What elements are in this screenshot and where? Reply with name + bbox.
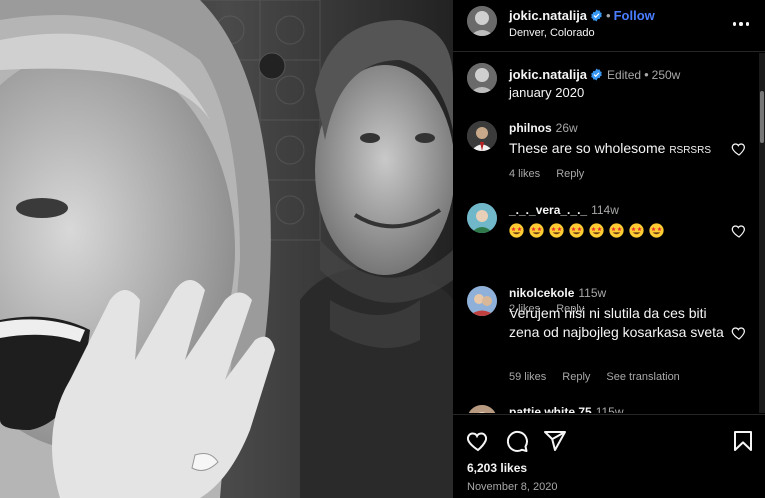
post-photo[interactable]	[0, 0, 453, 498]
heart-icon[interactable]	[731, 141, 747, 157]
comment-age: 115w	[578, 286, 607, 300]
comment-likes[interactable]: 4 likes	[509, 168, 540, 180]
see-translation-button[interactable]: See translation	[606, 371, 679, 383]
comments-list[interactable]: jokic.natalija Edited • 250w january 2020 p…	[453, 53, 765, 413]
post-header: jokic.natalija • Follow Denver, Colorado	[453, 0, 765, 52]
comment-username[interactable]: _._._vera_._._	[509, 203, 587, 217]
edited-label: Edited	[607, 68, 642, 82]
caption-age: 250w	[651, 68, 681, 82]
reply-button[interactable]: Reply	[556, 168, 584, 180]
comment-author-line: nikolcekole 115w	[509, 286, 606, 300]
commenter-avatar[interactable]	[467, 405, 497, 413]
share-icon[interactable]	[543, 429, 567, 453]
comment-text: These are so wholesome RSRSRS	[509, 139, 727, 160]
caption-text: january 2020	[509, 85, 585, 100]
follow-button[interactable]: Follow	[614, 8, 655, 23]
author-username[interactable]: jokic.natalija	[509, 8, 587, 23]
more-options-icon[interactable]	[729, 14, 753, 34]
author-line: jokic.natalija • Follow	[509, 8, 655, 23]
comment-text	[509, 221, 727, 238]
post-panel: jokic.natalija • Follow Denver, Colorado j…	[453, 0, 765, 498]
star-struck-emoji	[529, 223, 544, 238]
comment-meta: 59 likes Reply See translation	[509, 371, 696, 383]
comment-author-line: pattie.white.75 115w	[509, 405, 623, 413]
caption-username[interactable]: jokic.natalija	[509, 67, 587, 82]
post-date: November 8, 2020	[467, 481, 558, 493]
likes-count[interactable]: 6,203 likes	[467, 461, 527, 475]
comment-text-tail: RSRSRS	[669, 145, 711, 156]
emoji-row	[509, 223, 727, 238]
comment-author-line: _._._vera_._._ 114w	[509, 203, 619, 217]
separator-dot: •	[606, 8, 611, 23]
star-struck-emoji	[509, 223, 524, 238]
commenter-avatar[interactable]	[467, 121, 497, 151]
star-struck-emoji	[629, 223, 644, 238]
bookmark-icon[interactable]	[731, 429, 755, 453]
comment-author-line: philnos 26w	[509, 121, 578, 135]
comment-meta: 4 likes Reply	[509, 168, 600, 180]
comment-username[interactable]: nikolcekole	[509, 286, 574, 300]
star-struck-emoji	[569, 223, 584, 238]
star-struck-emoji	[649, 223, 664, 238]
comment-age: 114w	[591, 203, 619, 217]
star-struck-emoji	[549, 223, 564, 238]
comment-text: Verujem nisi ni slutila da ces biti zena…	[509, 305, 724, 340]
caption-author-line: jokic.natalija Edited • 250w	[509, 67, 680, 82]
comment-username[interactable]: pattie.white.75	[509, 405, 592, 413]
verified-badge-icon	[591, 68, 602, 81]
comment-age: 26w	[555, 121, 578, 135]
verified-badge-icon	[591, 9, 602, 22]
comment-likes[interactable]: 59 likes	[509, 371, 546, 383]
couple-selfie-image	[0, 0, 453, 498]
heart-icon[interactable]	[466, 429, 490, 453]
comments-scrollbar[interactable]	[759, 53, 765, 413]
post-actions: 6,203 likes November 8, 2020	[453, 414, 765, 498]
reply-button[interactable]: Reply	[562, 371, 590, 383]
caption-avatar[interactable]	[467, 63, 497, 93]
heart-icon[interactable]	[731, 223, 747, 239]
separator-dot: •	[644, 67, 649, 82]
comment-age: 115w	[595, 405, 624, 413]
star-struck-emoji	[589, 223, 604, 238]
commenter-avatar[interactable]	[467, 286, 497, 316]
heart-icon[interactable]	[731, 325, 747, 341]
scrollbar-thumb[interactable]	[760, 91, 764, 143]
comment-username[interactable]: philnos	[509, 121, 552, 135]
star-struck-emoji	[609, 223, 624, 238]
location-link[interactable]: Denver, Colorado	[509, 27, 595, 39]
comment-icon[interactable]	[505, 429, 529, 453]
comment-text-main: These are so wholesome	[509, 140, 670, 156]
commenter-avatar[interactable]	[467, 203, 497, 233]
author-avatar[interactable]	[467, 6, 497, 36]
